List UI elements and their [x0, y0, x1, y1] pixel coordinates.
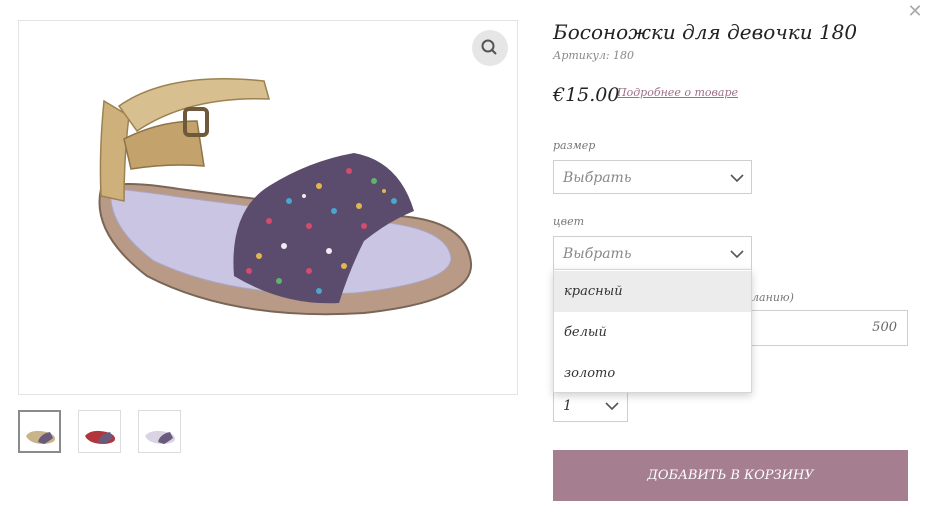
- chevron-down-icon: [730, 250, 744, 258]
- color-label: цвет: [553, 215, 585, 228]
- color-select-value: Выбрать: [563, 246, 632, 262]
- size-select[interactable]: Выбрать: [553, 160, 752, 194]
- extra-input-value: 500: [872, 320, 897, 335]
- sandal-image: [98, 78, 473, 316]
- add-to-cart-button[interactable]: ДОБАВИТЬ В КОРЗИНУ: [553, 450, 908, 501]
- product-main-image: [18, 20, 518, 395]
- color-option-white[interactable]: белый: [554, 312, 751, 353]
- size-select-value: Выбрать: [563, 170, 632, 186]
- product-price: €15.00: [553, 84, 620, 106]
- product-details-link[interactable]: Подробнее о товаре: [617, 86, 738, 99]
- color-option-gold[interactable]: золото: [554, 353, 751, 394]
- color-dropdown: красный белый золото: [553, 269, 752, 393]
- chevron-down-icon: [605, 402, 619, 410]
- thumbnail-gold[interactable]: [18, 410, 61, 453]
- quantity-value: 1: [563, 398, 572, 414]
- thumbnail-white[interactable]: [138, 410, 181, 453]
- thumbnail-red[interactable]: [78, 410, 121, 453]
- size-label: размер: [553, 139, 596, 152]
- zoom-button[interactable]: [472, 30, 508, 66]
- product-title: Босоножки для девочки 180: [553, 20, 858, 44]
- chevron-down-icon: [730, 174, 744, 182]
- close-icon[interactable]: ✕: [905, 2, 925, 22]
- color-option-red[interactable]: красный: [554, 271, 751, 312]
- product-sku: Артикул: 180: [553, 49, 635, 62]
- quantity-select[interactable]: 1: [553, 392, 628, 422]
- color-select[interactable]: Выбрать: [553, 236, 752, 270]
- zoom-icon: [481, 39, 497, 55]
